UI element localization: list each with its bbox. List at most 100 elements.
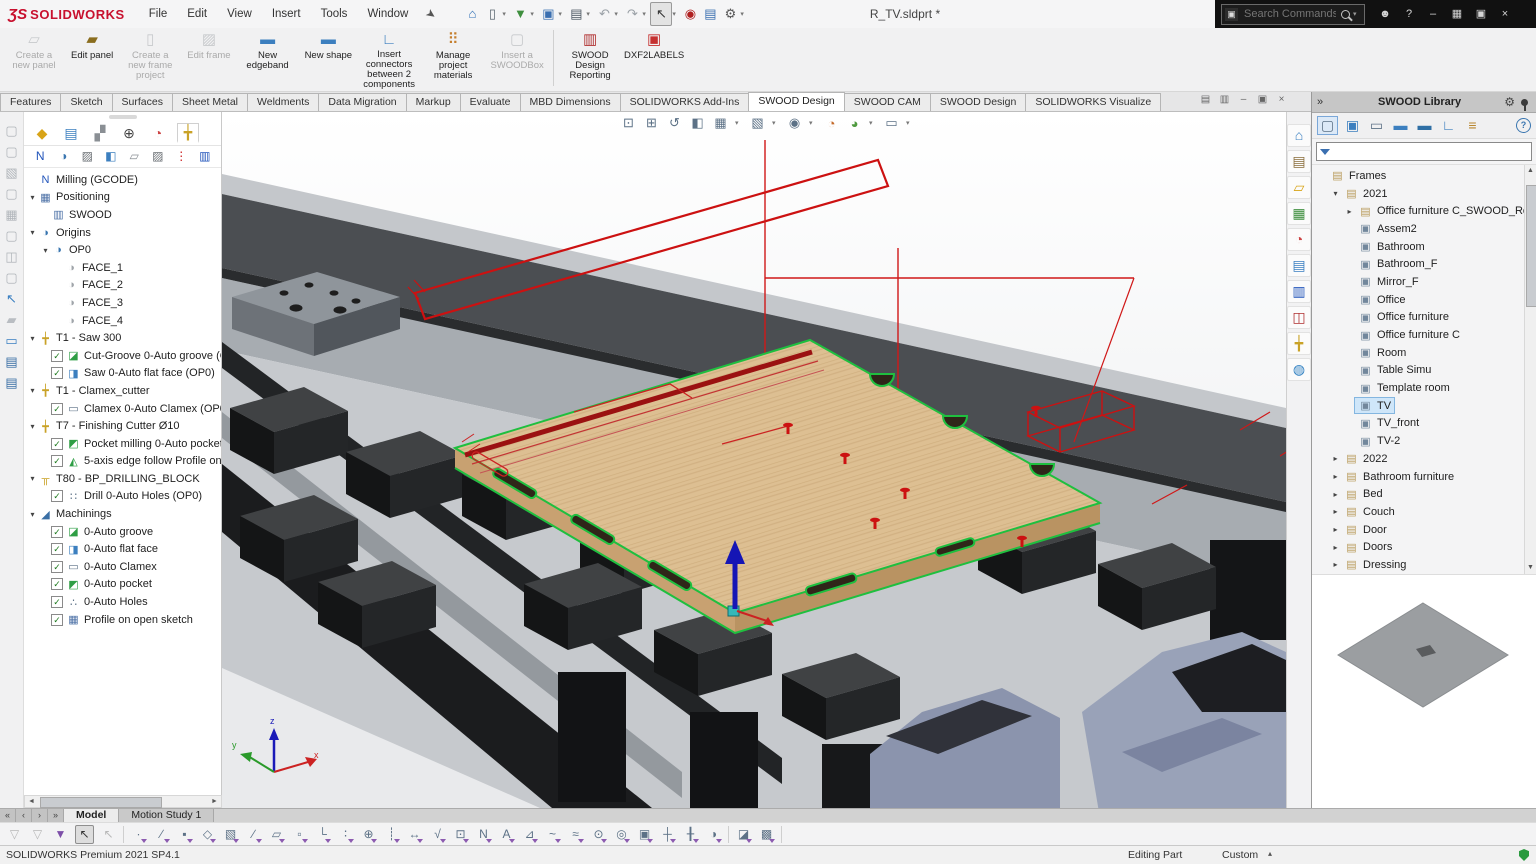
- doc-close-icon[interactable]: ×: [1272, 94, 1291, 105]
- library-shapes-tab-icon[interactable]: ▬: [1415, 117, 1434, 134]
- filter-midpoints-icon[interactable]: ∶: [337, 826, 354, 843]
- library-item-office-furniture-c[interactable]: ▣Office furniture C: [1312, 326, 1536, 344]
- new-shape-button[interactable]: ▬New shape: [300, 28, 358, 86]
- tab-mbd-dimensions[interactable]: MBD Dimensions: [520, 93, 621, 111]
- library-item-2022[interactable]: ▸▤2022: [1312, 450, 1536, 468]
- library-item-bathroom-f[interactable]: ▣Bathroom_F: [1312, 255, 1536, 273]
- tree-item-5-axis-edge-follow-profile-on-op[interactable]: ✓◭5-axis edge follow Profile on op: [24, 453, 221, 471]
- tab-solidworks-visualize[interactable]: SOLIDWORKS Visualize: [1025, 93, 1161, 111]
- dropdown-caret-icon[interactable]: ▾: [772, 119, 780, 127]
- tab-features[interactable]: Features: [0, 93, 61, 111]
- auto-hide-pin-icon[interactable]: [1521, 99, 1528, 106]
- dropdown-caret-icon[interactable]: ▾: [586, 10, 594, 18]
- filter-cosmetic-threads-icon[interactable]: ◎: [613, 826, 630, 843]
- dropdown-caret-icon[interactable]: ▾: [558, 10, 566, 18]
- tree-item-0-auto-pocket[interactable]: ✓◩0-Auto pocket: [24, 576, 221, 594]
- design-library-icon[interactable]: ▤: [1287, 150, 1311, 173]
- filter-datums-icon[interactable]: ⊿: [521, 826, 538, 843]
- scrollbar-thumb[interactable]: [40, 797, 162, 808]
- filter-mates-icon[interactable]: ◑: [705, 826, 722, 843]
- hide-show-items-icon[interactable]: ◉: [786, 115, 803, 131]
- edit-frame-button[interactable]: ▨Edit frame: [182, 28, 235, 86]
- panel-grab-handle[interactable]: [109, 115, 137, 119]
- select-other-icon[interactable]: ↖: [100, 826, 117, 843]
- library-connectors-tab-icon[interactable]: ∟: [1439, 117, 1458, 134]
- collapse-panel-button[interactable]: »: [1317, 96, 1335, 108]
- expand-arrow-icon[interactable]: ▸: [1330, 543, 1341, 552]
- machining-status-icon[interactable]: ⋮: [173, 149, 190, 163]
- checkbox-checked[interactable]: ✓: [51, 578, 63, 590]
- library-item-tv-front[interactable]: ▣TV_front: [1312, 415, 1536, 433]
- clear-selection-filter-icon[interactable]: ▽: [6, 826, 23, 843]
- filter-annotations-icon[interactable]: A: [498, 826, 515, 843]
- scroll-right-icon[interactable]: ►: [208, 798, 221, 805]
- view-preset-3-icon[interactable]: ▧: [5, 162, 17, 183]
- scrollbar-track[interactable]: [1525, 177, 1536, 562]
- edit-appearance-icon[interactable]: ◔: [823, 116, 840, 131]
- library-filter-box[interactable]: [1316, 142, 1532, 161]
- split-panes-icon[interactable]: ▦: [1445, 0, 1469, 28]
- swood-cam-tab-icon[interactable]: ╈: [177, 123, 199, 143]
- library-settings-gear-icon[interactable]: ⚙: [1504, 95, 1515, 109]
- flip-machining-icon[interactable]: ◧: [103, 149, 120, 163]
- menu-insert[interactable]: Insert: [262, 0, 311, 28]
- tree-item-face-3[interactable]: ◑FACE_3: [24, 294, 221, 312]
- tree-item-0-auto-holes[interactable]: ✓∴0-Auto Holes: [24, 593, 221, 611]
- checkbox-checked[interactable]: ✓: [51, 350, 63, 362]
- filter-faces-icon[interactable]: ▪: [176, 826, 193, 843]
- filter-surface-bodies-icon[interactable]: ◇: [199, 826, 216, 843]
- tree-item-face-1[interactable]: ◑FACE_1: [24, 259, 221, 277]
- gcode-export-icon[interactable]: N: [32, 149, 49, 163]
- view-orientation-icon[interactable]: ▦: [712, 115, 729, 131]
- configurationmanager-tab-icon[interactable]: ▞: [90, 125, 110, 142]
- filter-centerline-icon[interactable]: ┊: [383, 826, 400, 843]
- dropdown-caret-icon[interactable]: ▾: [869, 119, 877, 127]
- expand-arrow-icon[interactable]: ▾: [27, 386, 38, 395]
- filter-speedpak-icon[interactable]: ◪: [735, 826, 752, 843]
- save-icon[interactable]: ▣: [538, 3, 558, 25]
- checkbox-checked[interactable]: ✓: [51, 403, 63, 415]
- scroll-up-icon[interactable]: ▲: [1527, 165, 1534, 177]
- filter-selection-sets-icon[interactable]: ▩: [758, 826, 775, 843]
- tree-item-machinings[interactable]: ▾◢Machinings: [24, 505, 221, 523]
- tree-item-positioning[interactable]: ▾▦Positioning: [24, 189, 221, 207]
- view-preset-7-icon[interactable]: ◫: [5, 246, 17, 267]
- stock-display-icon[interactable]: ▨: [150, 149, 167, 163]
- create-panel-button[interactable]: ▱Create a new panel: [2, 28, 66, 86]
- view-palette-icon[interactable]: ▦: [1287, 202, 1311, 225]
- library-item-couch[interactable]: ▸▤Couch: [1312, 503, 1536, 521]
- library-item-bathroom-furniture[interactable]: ▸▤Bathroom furniture: [1312, 468, 1536, 486]
- search-icon[interactable]: [1341, 10, 1350, 19]
- library-item-door[interactable]: ▸▤Door: [1312, 521, 1536, 539]
- scroll-left-icon[interactable]: ◄: [25, 798, 38, 805]
- library-filter-input[interactable]: [1334, 145, 1528, 159]
- create-frame-project-button[interactable]: ▯Create a new frame project: [118, 28, 182, 86]
- expand-arrow-icon[interactable]: ▸: [1330, 507, 1341, 516]
- custom-properties-icon[interactable]: ▤: [1287, 254, 1311, 277]
- panel-stack-icon[interactable]: ▤: [5, 351, 17, 372]
- edit-component-icon[interactable]: ▰: [7, 309, 17, 330]
- units-selector[interactable]: Custom: [1222, 849, 1258, 861]
- scrollbar-thumb[interactable]: [1526, 185, 1536, 307]
- menu-edit[interactable]: Edit: [177, 0, 217, 28]
- graphics-viewport[interactable]: z x y ⊡⊞↺◧▦▾▧▾◉▾◔◕▾▭▾: [222, 112, 1286, 808]
- search-commands-box[interactable]: ▣ ▾: [1221, 4, 1365, 25]
- tab-prev-button[interactable]: ‹: [16, 809, 32, 822]
- filter-planes-icon[interactable]: ▱: [268, 826, 285, 843]
- expand-arrow-icon[interactable]: ▸: [1330, 525, 1341, 534]
- tab-weldments[interactable]: Weldments: [247, 93, 319, 111]
- library-item-frames[interactable]: ▤Frames: [1312, 167, 1536, 185]
- menu-tools[interactable]: Tools: [311, 0, 358, 28]
- checkbox-checked[interactable]: ✓: [51, 438, 63, 450]
- library-item-template-room[interactable]: ▣Template room: [1312, 379, 1536, 397]
- menu-file[interactable]: File: [139, 0, 178, 28]
- filter-axes-icon[interactable]: ∕: [245, 826, 262, 843]
- checkbox-checked[interactable]: ✓: [51, 561, 63, 573]
- expand-arrow-icon[interactable]: ▾: [27, 474, 38, 483]
- tree-item-0-auto-clamex[interactable]: ✓▭0-Auto Clamex: [24, 558, 221, 576]
- tree-item-t7-finishing-cutter-10[interactable]: ▾╈T7 - Finishing Cutter Ø10: [24, 417, 221, 435]
- tree-item-profile-on-open-sketch[interactable]: ✓▦Profile on open sketch: [24, 611, 221, 629]
- featuremanager-tab-icon[interactable]: ◆: [32, 125, 52, 142]
- filter-surface-finish-icon[interactable]: √: [429, 826, 446, 843]
- print-icon[interactable]: ▤: [566, 3, 586, 25]
